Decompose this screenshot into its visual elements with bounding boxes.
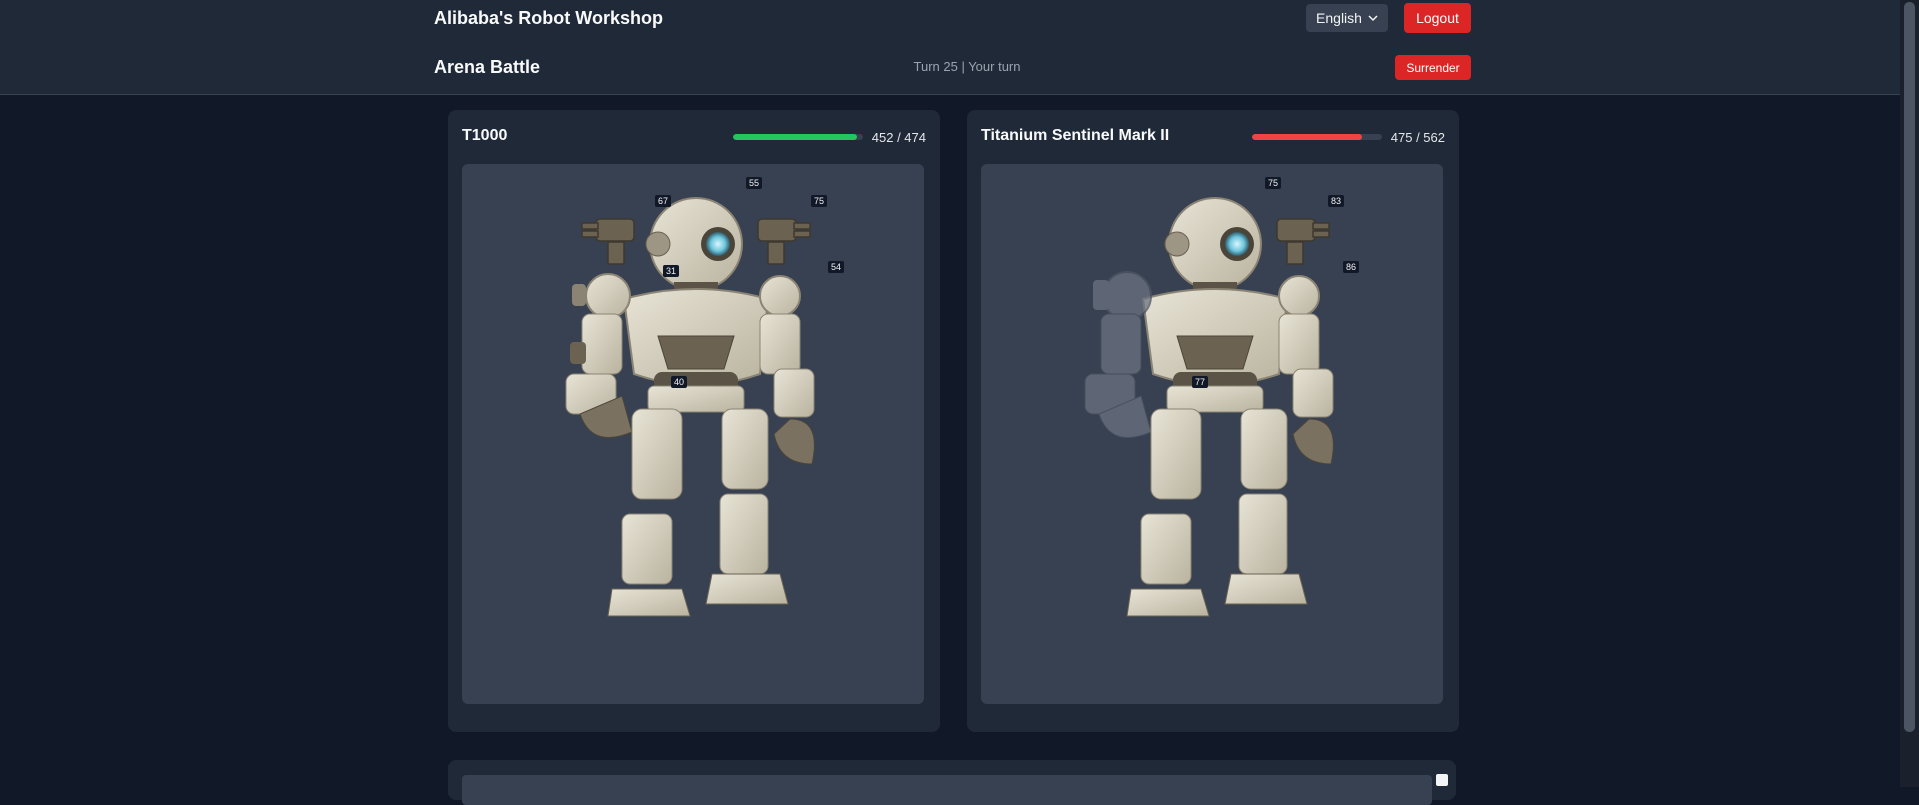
page-title: Arena Battle xyxy=(434,57,541,77)
chevron-down-icon xyxy=(1368,15,1378,22)
language-selector[interactable]: English xyxy=(1306,4,1388,32)
part-health-badge: 67 xyxy=(655,195,672,207)
robot-image xyxy=(565,197,815,617)
robot-display: 55 67 75 31 54 40 xyxy=(462,164,924,704)
robot-name: Titanium Sentinel Mark II xyxy=(981,127,1170,144)
scroll-up-icon[interactable] xyxy=(1436,774,1448,786)
part-health-badge: 55 xyxy=(746,177,763,189)
part-health-badge: 75 xyxy=(1265,177,1282,189)
turn-status: Turn 25 | Your turn xyxy=(913,59,1021,74)
robot-image xyxy=(1084,197,1334,617)
app-title: Alibaba's Robot Workshop xyxy=(434,8,663,28)
part-health-badge: 54 xyxy=(828,261,845,273)
top-navigation: Alibaba's Robot Workshop English Logout … xyxy=(0,0,1900,95)
action-panel xyxy=(448,760,1456,805)
part-health-badge: 83 xyxy=(1328,195,1345,207)
logout-button[interactable]: Logout xyxy=(1404,3,1471,33)
part-health-badge: 75 xyxy=(811,195,828,207)
robot-display: 75 83 86 77 xyxy=(981,164,1443,704)
health-text: 475 / 562 xyxy=(1390,130,1445,145)
page-scrollbar[interactable] xyxy=(1900,0,1919,787)
scrollbar-thumb[interactable] xyxy=(1904,2,1915,732)
part-health-badge: 40 xyxy=(671,376,688,388)
health-bar-fill xyxy=(733,134,857,140)
health-bar-fill xyxy=(1252,134,1362,140)
part-health-badge: 86 xyxy=(1343,261,1360,273)
surrender-button[interactable]: Surrender xyxy=(1395,55,1471,80)
language-label: English xyxy=(1316,10,1362,26)
action-log xyxy=(462,775,1432,805)
robot-name: T1000 xyxy=(462,127,508,144)
player-robot-panel: T1000 452 / 474 55 67 75 31 54 40 xyxy=(448,110,940,732)
health-bar xyxy=(733,134,863,140)
part-health-badge: 77 xyxy=(1192,376,1209,388)
health-text: 452 / 474 xyxy=(871,130,926,145)
health-bar xyxy=(1252,134,1382,140)
part-health-badge: 31 xyxy=(663,265,680,277)
enemy-robot-panel: Titanium Sentinel Mark II 475 / 562 75 8… xyxy=(967,110,1459,732)
